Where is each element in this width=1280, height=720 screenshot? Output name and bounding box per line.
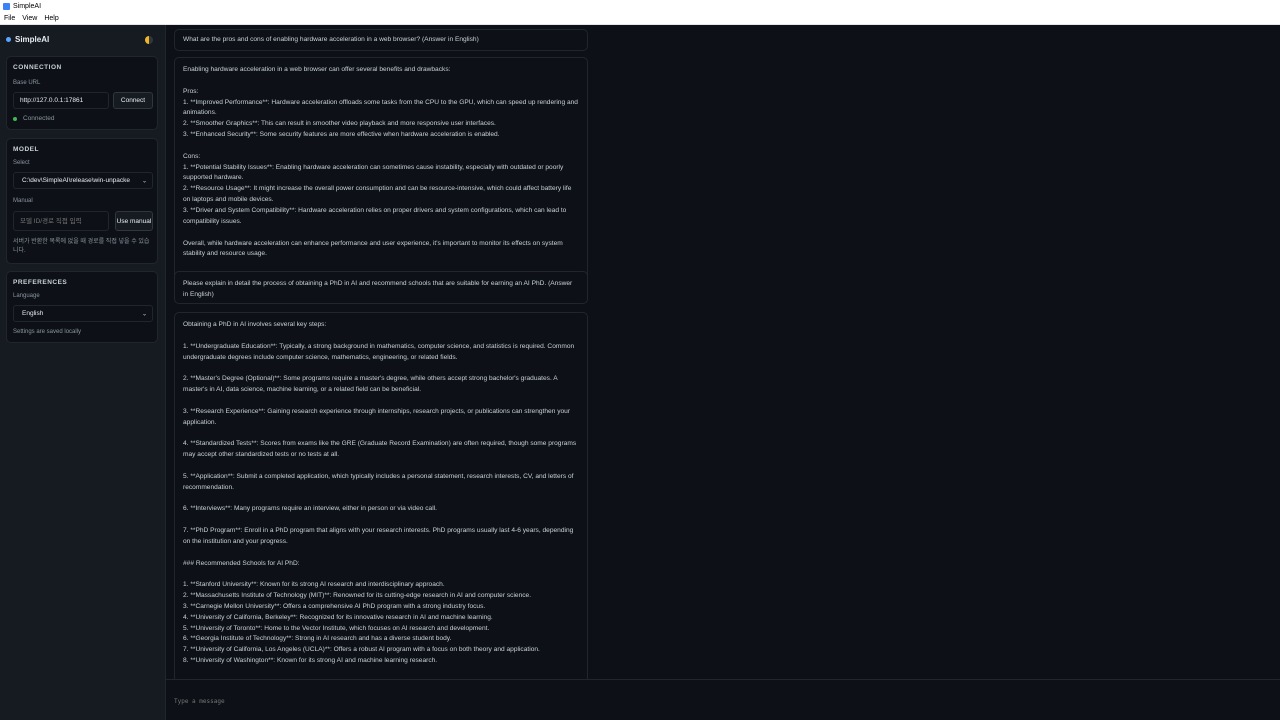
message-input[interactable] [174, 686, 1272, 716]
message-assistant: Enabling hardware acceleration in a web … [174, 57, 588, 290]
manual-label: Manual [13, 198, 33, 204]
model-select[interactable]: C:\dev\SimpleAI\release\win-unpacke ⌄ [13, 172, 153, 189]
message-user: Please explain in detail the process of … [174, 271, 588, 304]
brand-name: SimpleAI [15, 35, 50, 44]
connection-status: Connected [13, 115, 54, 122]
connection-card: CONNECTION Base URL http://127.0.0.1:178… [6, 56, 158, 130]
message-user: What are the pros and cons of enabling h… [174, 29, 588, 51]
model-select-label: Select [13, 160, 30, 166]
chevron-down-icon: ⌄ [141, 178, 147, 184]
base-url-input[interactable]: http://127.0.0.1:17861 [13, 92, 109, 109]
base-url-label: Base URL [13, 80, 41, 86]
language-label: Language [13, 293, 40, 299]
model-select-value: C:\dev\SimpleAI\release\win-unpacke [22, 177, 131, 184]
menu-bar: File View Help [0, 12, 1280, 25]
sidebar: SimpleAI CONNECTION Base URL http://127.… [0, 25, 166, 720]
menu-view[interactable]: View [22, 15, 37, 22]
message-assistant: Obtaining a PhD in AI involves several k… [174, 312, 588, 704]
menu-file[interactable]: File [4, 15, 15, 22]
connection-status-text: Connected [23, 115, 55, 122]
preferences-title: PREFERENCES [13, 279, 68, 286]
window-title: SimpleAI [13, 2, 42, 10]
chevron-down-icon: ⌄ [141, 311, 147, 317]
status-dot-icon [13, 116, 17, 121]
manual-model-input[interactable] [13, 211, 109, 231]
menu-help[interactable]: Help [44, 15, 58, 22]
connection-title: CONNECTION [13, 64, 62, 71]
brand-dot-icon [6, 37, 11, 42]
theme-toggle-icon[interactable] [145, 36, 153, 44]
language-select[interactable]: English ⌄ [13, 305, 153, 322]
language-select-value: English [22, 310, 44, 317]
composer [166, 679, 1280, 720]
use-manual-button[interactable]: Use manual [115, 211, 153, 231]
preferences-card: PREFERENCES Language English ⌄ Settings … [6, 271, 158, 343]
brand: SimpleAI [6, 35, 49, 44]
app-icon [3, 2, 10, 10]
settings-note: Settings are saved locally [13, 329, 82, 335]
connect-button[interactable]: Connect [113, 92, 153, 109]
model-card: MODEL Select C:\dev\SimpleAI\release\win… [6, 138, 158, 264]
chat-area: What are the pros and cons of enabling h… [166, 25, 1280, 720]
model-title: MODEL [13, 146, 39, 153]
title-bar: SimpleAI [0, 0, 1280, 12]
model-help-text: 서버가 반환한 목록에 없을 때 경로를 직접 넣을 수 있습니다. [13, 239, 150, 254]
